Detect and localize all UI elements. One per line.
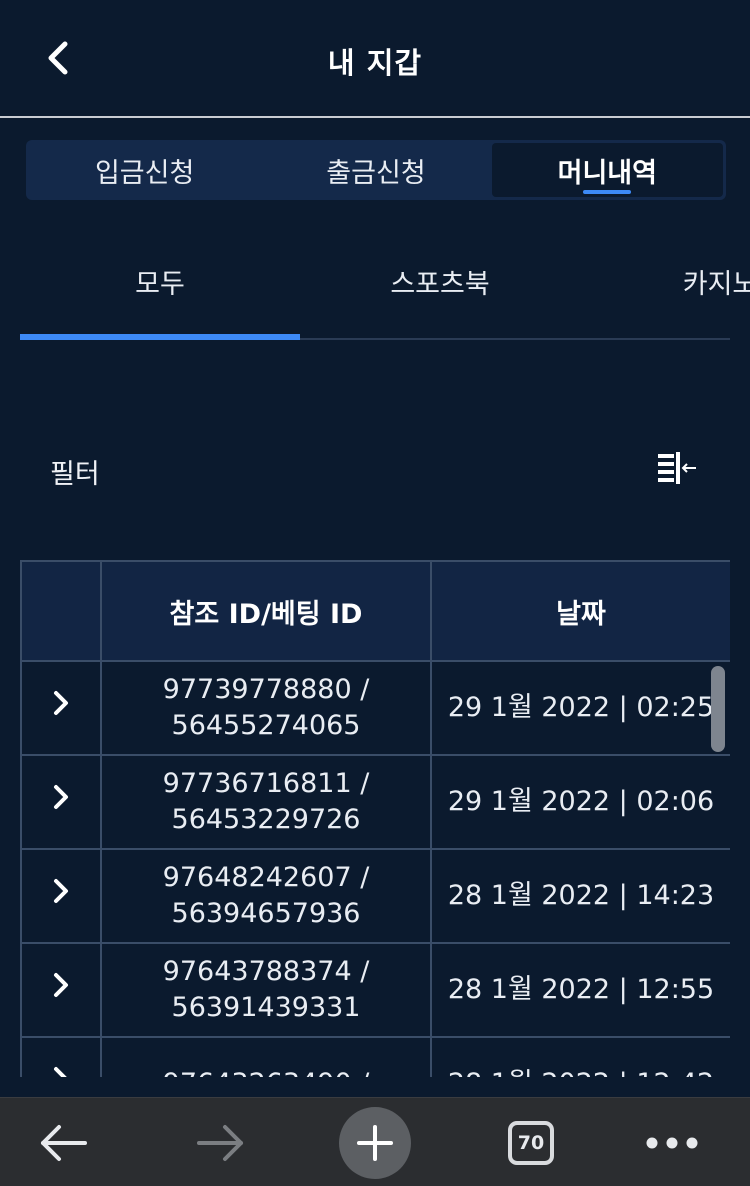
chevron-right-icon	[54, 691, 68, 715]
ref-id: 97643788374 /	[162, 956, 370, 987]
arrow-left-icon	[41, 1124, 87, 1161]
segment-label: 출금신청	[326, 157, 426, 189]
browser-forward-button[interactable]	[170, 1098, 270, 1186]
date-cell: 28 1월 2022 | 12:42	[430, 1036, 730, 1077]
expand-row-button[interactable]	[20, 660, 102, 756]
ref-bet-id-cell: 97643788374 / 56391439331	[100, 942, 432, 1038]
header-date: 날짜	[430, 560, 730, 662]
tab-sportsbook[interactable]: 스포츠북	[300, 262, 580, 301]
date-cell: 28 1월 2022 | 14:23	[430, 848, 730, 944]
ref-id: 97643263490 /	[102, 1066, 430, 1077]
ref-bet-id-cell: 97739778880 / 56455274065	[100, 660, 432, 756]
table-row[interactable]: 97739778880 / 56455274065 29 1월 2022 | 0…	[20, 660, 730, 756]
history-table: 참조 ID/베팅 ID 날짜 97739778880 / 56455274065…	[20, 560, 730, 1077]
filter-collapse-icon[interactable]	[652, 448, 702, 492]
ref-bet-id-cell: 97648242607 / 56394657936	[100, 848, 432, 944]
header-expand	[20, 560, 102, 662]
filter-label: 필터	[50, 459, 100, 490]
chevron-right-icon	[54, 879, 68, 903]
ref-bet-id-cell: 97736716811 / 56453229726	[100, 754, 432, 850]
bet-id: 56391439331	[171, 992, 361, 1023]
tab-all[interactable]: 모두	[20, 262, 300, 301]
history-table-container[interactable]: 참조 ID/베팅 ID 날짜 97739778880 / 56455274065…	[20, 560, 730, 1077]
bet-id: 56394657936	[171, 898, 361, 929]
segment-withdraw-request[interactable]: 출금신청	[260, 143, 491, 197]
more-menu-button[interactable]	[622, 1098, 722, 1186]
ref-id: 97736716811 /	[162, 768, 370, 799]
plus-icon	[339, 1106, 411, 1179]
expand-row-button[interactable]	[20, 754, 102, 850]
tabs-switcher-button[interactable]: 70	[481, 1098, 581, 1186]
expand-row-button[interactable]	[20, 942, 102, 1038]
ref-id: 97648242607 /	[162, 862, 370, 893]
date-cell: 28 1월 2022 | 12:55	[430, 942, 730, 1038]
segment-active-indicator	[583, 190, 632, 194]
table-row[interactable]: 97648242607 / 56394657936 28 1월 2022 | 1…	[20, 848, 730, 944]
table-row[interactable]: 97736716811 / 56453229726 29 1월 2022 | 0…	[20, 754, 730, 850]
expand-row-button[interactable]	[20, 1036, 102, 1077]
table-scrollbar[interactable]	[711, 666, 725, 752]
bet-id: 56455274065	[171, 710, 361, 741]
date-cell: 29 1월 2022 | 02:06	[430, 754, 730, 850]
chevron-right-icon	[54, 785, 68, 809]
tab-count-badge: 70	[508, 1120, 554, 1165]
chevron-right-icon	[54, 973, 68, 997]
ref-id: 97739778880 /	[162, 674, 370, 705]
active-tab-indicator	[20, 334, 300, 340]
segment-label: 머니내역	[557, 157, 657, 189]
app-header: 내 지갑	[0, 0, 750, 118]
ref-bet-id-cell: 97643263490 /	[100, 1036, 432, 1077]
date-cell: 29 1월 2022 | 02:25	[430, 660, 730, 756]
page-title: 내 지갑	[327, 46, 423, 80]
browser-back-button[interactable]	[14, 1098, 114, 1186]
table-row[interactable]: 97643788374 / 56391439331 28 1월 2022 | 1…	[20, 942, 730, 1038]
segment-deposit-request[interactable]: 입금신청	[29, 143, 260, 197]
segment-money-history[interactable]: 머니내역	[491, 143, 723, 197]
category-tabs: 모두 스포츠북 카지노	[20, 244, 750, 340]
more-dots-icon	[646, 1137, 698, 1148]
table-header-row: 참조 ID/베팅 ID 날짜	[20, 560, 730, 662]
header-ref-bet-id: 참조 ID/베팅 ID	[100, 560, 432, 662]
new-tab-button[interactable]	[325, 1098, 425, 1186]
tab-casino[interactable]: 카지노	[580, 262, 750, 301]
segment-label: 입금신청	[94, 157, 195, 189]
wallet-segment-control: 입금신청 출금신청 머니내역	[26, 140, 726, 200]
arrow-right-icon	[197, 1124, 243, 1161]
browser-bottom-bar: 70	[0, 1097, 750, 1186]
bet-id: 56453229726	[171, 804, 361, 835]
table-row[interactable]: 97643263490 / 28 1월 2022 | 12:42	[20, 1036, 730, 1077]
chevron-right-icon	[54, 1067, 67, 1077]
expand-row-button[interactable]	[20, 848, 102, 944]
